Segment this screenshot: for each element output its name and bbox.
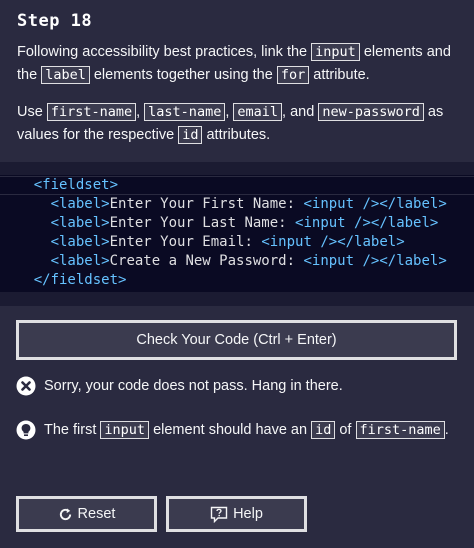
- inline-code: new-password: [318, 103, 424, 121]
- code-line[interactable]: </fieldset>: [0, 271, 127, 290]
- code-line[interactable]: <label>Enter Your First Name: <input /><…: [0, 195, 447, 214]
- inline-code: email: [233, 103, 283, 121]
- check-code-button[interactable]: Check Your Code (Ctrl + Enter): [16, 320, 457, 360]
- inline-code: input: [311, 43, 360, 61]
- code-line[interactable]: <fieldset>: [0, 176, 118, 195]
- code-line[interactable]: <label>Enter Your Email: <input /></labe…: [0, 233, 405, 252]
- inline-code: id: [311, 421, 336, 439]
- inline-code: for: [276, 66, 310, 84]
- error-text: Sorry, your code does not pass. Hang in …: [44, 378, 343, 394]
- description-paragraph-2: Use first-name, last-name, email, and ne…: [17, 103, 444, 144]
- hint-text: The first input element should have an i…: [44, 421, 449, 439]
- instructions-panel: Step 18 Following accessibility best pra…: [0, 0, 474, 162]
- lightbulb-icon: [16, 420, 36, 440]
- hint-message: The first input element should have an i…: [16, 420, 449, 440]
- reset-label: Reset: [77, 506, 116, 522]
- action-panel: Check Your Code (Ctrl + Enter) Sorry, yo…: [0, 306, 474, 548]
- inline-code: input: [100, 421, 150, 439]
- step-description: Following accessibility best practices, …: [17, 41, 457, 147]
- step-title: Step 18: [17, 11, 93, 31]
- code-line[interactable]: <label>Create a New Password: <input /><…: [0, 252, 447, 271]
- reset-icon: [59, 507, 71, 520]
- inline-code: last-name: [144, 103, 226, 121]
- times-circle-icon: [16, 376, 36, 396]
- inline-code: first-name: [355, 421, 445, 439]
- description-paragraph-1: Following accessibility best practices, …: [17, 43, 451, 84]
- divider: [0, 292, 474, 306]
- divider: [0, 162, 474, 176]
- error-message: Sorry, your code does not pass. Hang in …: [16, 376, 343, 396]
- inline-code: first-name: [46, 103, 137, 121]
- help-icon: [210, 506, 228, 523]
- inline-code: id: [178, 126, 203, 144]
- code-editor[interactable]: <fieldset> <label>Enter Your First Name:…: [0, 175, 474, 292]
- help-label: Help: [233, 506, 263, 522]
- inline-code: label: [41, 66, 90, 84]
- reset-button[interactable]: Reset: [16, 496, 157, 532]
- help-button[interactable]: Help: [166, 496, 307, 532]
- code-line[interactable]: <label>Enter Your Last Name: <input /></…: [0, 214, 439, 233]
